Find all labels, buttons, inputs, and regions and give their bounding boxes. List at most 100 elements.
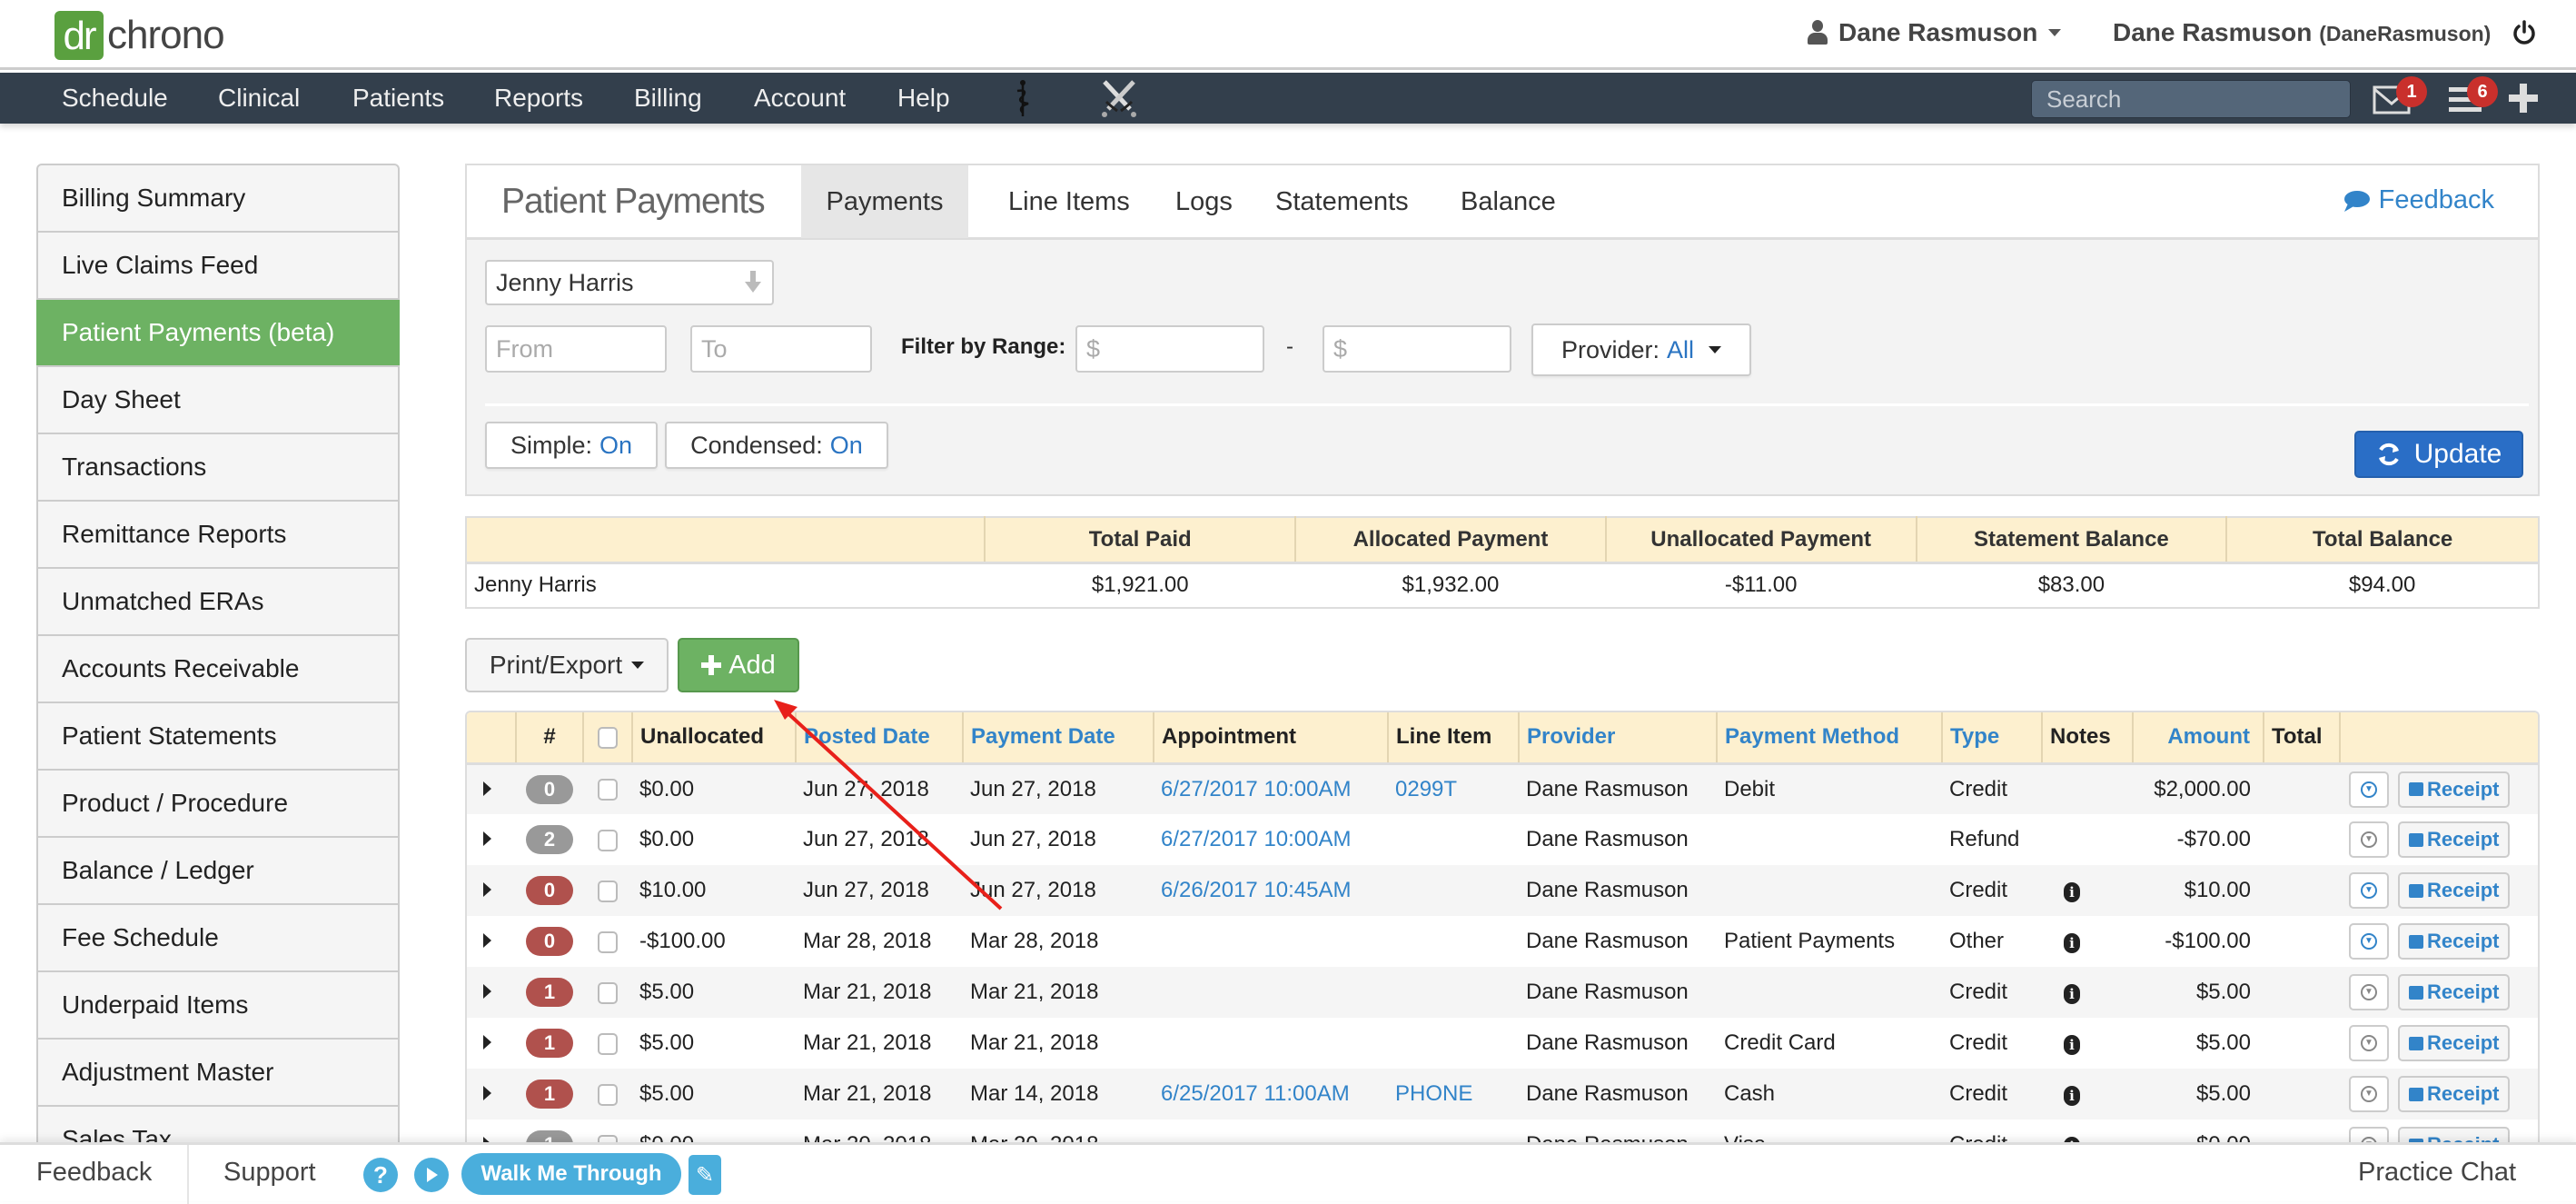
expand-row-icon[interactable] (483, 831, 491, 846)
sidebar-item-balance-ledger[interactable]: Balance / Ledger (38, 838, 398, 905)
allocate-button[interactable]: ▼ (2349, 771, 2389, 808)
receipt-button[interactable]: Receipt (2398, 1025, 2511, 1061)
row-checkbox[interactable] (598, 1032, 618, 1055)
line-item-link[interactable] (1388, 1119, 1519, 1142)
power-icon[interactable] (2512, 20, 2536, 45)
sidebar-item-underpaid-items[interactable]: Underpaid Items (38, 972, 398, 1040)
row-checkbox[interactable] (598, 880, 618, 902)
expand-row-icon[interactable] (483, 882, 491, 897)
tab-line-items[interactable]: Line Items (983, 165, 1155, 238)
sidebar-item-transactions[interactable]: Transactions (38, 434, 398, 502)
footer-feedback-link[interactable]: Feedback (36, 1158, 152, 1188)
update-button[interactable]: Update (2354, 431, 2523, 478)
receipt-button[interactable]: Receipt (2398, 1076, 2511, 1112)
info-icon[interactable]: i (2064, 984, 2080, 1004)
receipt-button[interactable]: Receipt (2398, 872, 2511, 909)
search-input[interactable] (2031, 80, 2351, 118)
appointment-link[interactable]: 6/27/2017 10:00AM (1154, 814, 1388, 865)
line-item-link[interactable] (1388, 1018, 1519, 1069)
sidebar-item-live-claims-feed[interactable]: Live Claims Feed (38, 233, 398, 300)
tab-payments[interactable]: Payments (801, 165, 968, 238)
line-item-link[interactable]: PHONE (1388, 1069, 1519, 1119)
to-date-input[interactable] (690, 325, 872, 373)
tab-statements[interactable]: Statements (1250, 165, 1434, 238)
line-item-link[interactable] (1388, 814, 1519, 865)
footer-support-link[interactable]: Support (223, 1158, 316, 1188)
nav-reports[interactable]: Reports (494, 82, 583, 114)
appointment-link[interactable]: 6/26/2017 10:45AM (1154, 865, 1388, 916)
appointment-link[interactable] (1154, 916, 1388, 967)
nav-billing[interactable]: Billing (634, 82, 702, 114)
range-min-input[interactable] (1075, 325, 1264, 373)
allocate-button[interactable]: ▼ (2349, 1127, 2389, 1142)
row-checkbox[interactable] (598, 779, 618, 801)
receipt-button[interactable]: Receipt (2398, 974, 2511, 1010)
from-date-input[interactable] (485, 325, 667, 373)
allocate-button[interactable]: ▼ (2349, 923, 2389, 960)
receipt-button[interactable]: Receipt (2398, 923, 2511, 960)
expand-row-icon[interactable] (483, 781, 491, 796)
line-item-link[interactable] (1388, 865, 1519, 916)
allocate-button[interactable]: ▼ (2349, 1025, 2389, 1061)
expand-row-icon[interactable] (483, 933, 491, 948)
plus-icon[interactable] (2509, 84, 2538, 113)
nav-patients[interactable]: Patients (352, 82, 444, 114)
add-payment-button[interactable]: Add (678, 638, 799, 692)
expand-row-icon[interactable] (483, 1086, 491, 1100)
receipt-button[interactable]: Receipt (2398, 821, 2511, 858)
col-type[interactable]: Type (1942, 712, 2043, 765)
range-max-input[interactable] (1323, 325, 1511, 373)
appointment-link[interactable] (1154, 1018, 1388, 1069)
line-item-link[interactable] (1388, 916, 1519, 967)
col-amount[interactable]: Amount (2133, 712, 2264, 765)
expand-row-icon[interactable] (483, 984, 491, 999)
row-checkbox[interactable] (598, 1083, 618, 1106)
expand-row-icon[interactable] (483, 1035, 491, 1050)
simple-toggle[interactable]: Simple: On (485, 422, 658, 469)
allocate-button[interactable]: ▼ (2349, 821, 2389, 858)
walk-me-through-button[interactable]: Walk Me Through (461, 1153, 681, 1195)
appointment-link[interactable]: 6/27/2017 10:00AM (1154, 763, 1388, 814)
receipt-button[interactable]: Receipt (2398, 771, 2511, 808)
line-item-link[interactable]: 0299T (1388, 763, 1519, 814)
sidebar-item-billing-summary[interactable]: Billing Summary (38, 165, 398, 233)
sidebar-item-remittance-reports[interactable]: Remittance Reports (38, 502, 398, 569)
payments-table-container[interactable]: # Unallocated Posted Date Payment Date A… (465, 711, 2540, 1142)
sidebar-item-accounts-receivable[interactable]: Accounts Receivable (38, 636, 398, 703)
pencil-icon[interactable]: ✎ (689, 1155, 721, 1195)
play-circle-icon[interactable] (414, 1158, 449, 1192)
info-icon[interactable]: i (2064, 882, 2080, 902)
user-menu-dropdown[interactable]: Dane Rasmuson (1808, 18, 2062, 47)
sidebar-item-day-sheet[interactable]: Day Sheet (38, 367, 398, 434)
appointment-link[interactable] (1154, 1119, 1388, 1142)
select-all-checkbox[interactable] (598, 726, 618, 749)
sidebar-item-fee-schedule[interactable]: Fee Schedule (38, 905, 398, 972)
print-export-button[interactable]: Print/Export (465, 638, 669, 692)
crossed-swords-icon[interactable] (1097, 78, 1141, 118)
condensed-toggle[interactable]: Condensed: On (665, 422, 888, 469)
row-checkbox[interactable] (598, 981, 618, 1004)
allocate-button[interactable]: ▼ (2349, 1076, 2389, 1112)
patient-select[interactable]: Jenny Harris (485, 260, 774, 305)
info-icon[interactable]: i (2064, 1086, 2080, 1106)
info-icon[interactable]: i (2064, 933, 2080, 953)
sidebar-item-adjustment-master[interactable]: Adjustment Master (38, 1040, 398, 1107)
col-payment-date[interactable]: Payment Date (963, 712, 1154, 765)
receipt-button[interactable]: Receipt (2398, 1127, 2511, 1142)
nav-clinical[interactable]: Clinical (218, 82, 300, 114)
sidebar-item-patient-statements[interactable]: Patient Statements (38, 703, 398, 771)
row-checkbox[interactable] (598, 930, 618, 953)
appointment-link[interactable]: 6/25/2017 11:00AM (1154, 1069, 1388, 1119)
drchrono-logo[interactable]: dr chrono (54, 11, 225, 60)
allocate-button[interactable]: ▼ (2349, 974, 2389, 1010)
row-checkbox[interactable] (598, 829, 618, 851)
tab-balance[interactable]: Balance (1435, 165, 1581, 238)
info-icon[interactable]: i (2064, 1035, 2080, 1055)
sidebar-item-unmatched-eras[interactable]: Unmatched ERAs (38, 569, 398, 636)
practice-chat-link[interactable]: Practice Chat (2358, 1158, 2516, 1188)
nav-schedule[interactable]: Schedule (62, 82, 168, 114)
help-circle-icon[interactable]: ? (363, 1158, 398, 1192)
sidebar-item-patient-payments-beta[interactable]: Patient Payments (beta) (36, 300, 400, 367)
nav-account[interactable]: Account (754, 82, 846, 114)
col-posted-date[interactable]: Posted Date (796, 712, 964, 765)
